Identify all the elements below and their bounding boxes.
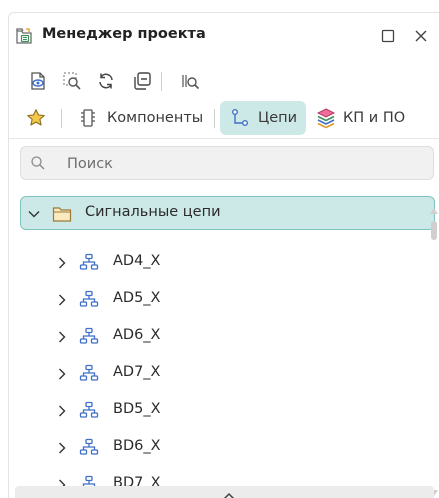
tree-root-label: Сигнальные цепи — [85, 204, 221, 220]
tree-item-label: AD6_X — [113, 327, 161, 343]
search-icon — [30, 155, 46, 175]
tree-item-net[interactable]: AD4_X — [9, 248, 424, 278]
maximize-icon[interactable] — [377, 25, 399, 47]
panel-title: Менеджер проекта — [42, 26, 206, 42]
net-icon — [79, 290, 99, 312]
net-route-icon — [231, 108, 249, 128]
zoom-select-icon[interactable] — [60, 69, 84, 93]
close-icon[interactable] — [410, 25, 432, 47]
tree-item-net[interactable]: AD6_X — [9, 322, 424, 352]
tree-item-net[interactable]: BD5_X — [9, 396, 424, 426]
chevron-right-icon[interactable] — [55, 329, 69, 348]
chevron-right-icon[interactable] — [55, 440, 69, 459]
star-icon — [26, 108, 46, 132]
layers-icon — [316, 107, 336, 129]
refresh-icon[interactable] — [94, 69, 118, 93]
tree-item-label: AD7_X — [113, 364, 161, 380]
panel-titlebar: Менеджер проекта — [9, 13, 439, 57]
vertical-scrollbar[interactable] — [430, 191, 438, 496]
tab-separator — [61, 109, 62, 128]
tree-item-label: AD4_X — [113, 253, 161, 269]
net-icon — [79, 253, 99, 275]
tab-separator — [214, 109, 215, 128]
search-box — [20, 146, 434, 180]
net-icon — [79, 364, 99, 386]
tabs-divider — [9, 138, 439, 139]
chevron-right-icon[interactable] — [55, 255, 69, 274]
tree-item-label: BD6_X — [113, 438, 161, 454]
tree-item-net[interactable]: AD7_X — [9, 359, 424, 389]
tree-item-net[interactable]: AD5_X — [9, 285, 424, 315]
chevron-right-icon[interactable] — [55, 366, 69, 385]
net-icon — [79, 401, 99, 423]
project-manager-icon — [14, 26, 34, 46]
tree-item-net[interactable]: BD6_X — [9, 433, 424, 463]
tab-favorites[interactable] — [22, 101, 52, 135]
chevron-down-icon[interactable] — [27, 206, 41, 225]
tab-nets-label: Цепи — [258, 110, 298, 126]
tab-pads-vias-label: КП и ПО — [343, 110, 406, 126]
tree-item-label: BD5_X — [113, 401, 161, 417]
net-tree: Сигнальные цепи AD4_X AD5_X AD6_X AD7_X … — [9, 191, 439, 492]
tree-item-label: AD5_X — [113, 290, 161, 306]
panel-tabs: Компоненты Цепи КП и ПО — [9, 101, 439, 135]
tab-nets[interactable]: Цепи — [220, 101, 306, 135]
scrollbar-thumb[interactable] — [431, 221, 437, 240]
tab-components-label: Компоненты — [107, 110, 204, 126]
folder-icon — [52, 205, 72, 227]
tab-pads-vias[interactable]: КП и ПО — [312, 101, 422, 135]
tab-components[interactable]: Компоненты — [71, 101, 211, 135]
panel-toolbar — [9, 69, 439, 95]
net-icon — [79, 327, 99, 349]
component-icon — [79, 108, 97, 128]
view-document-icon[interactable] — [26, 69, 50, 93]
collapse-all-icon[interactable] — [130, 69, 154, 93]
chevron-right-icon[interactable] — [55, 292, 69, 311]
find-icon[interactable] — [178, 69, 202, 93]
scroll-up-icon[interactable] — [430, 199, 438, 218]
project-manager-panel: Менеджер проекта Компоненты Цепи КП и ПО… — [8, 12, 439, 498]
net-icon — [79, 438, 99, 460]
toolbar-separator — [161, 72, 162, 91]
search-input[interactable] — [65, 153, 409, 175]
chevron-right-icon[interactable] — [55, 403, 69, 422]
chevron-up-icon[interactable] — [221, 487, 237, 498]
bottom-collapse-bar[interactable] — [15, 486, 434, 498]
tree-root-signal-nets[interactable]: Сигнальные цепи — [20, 196, 435, 230]
